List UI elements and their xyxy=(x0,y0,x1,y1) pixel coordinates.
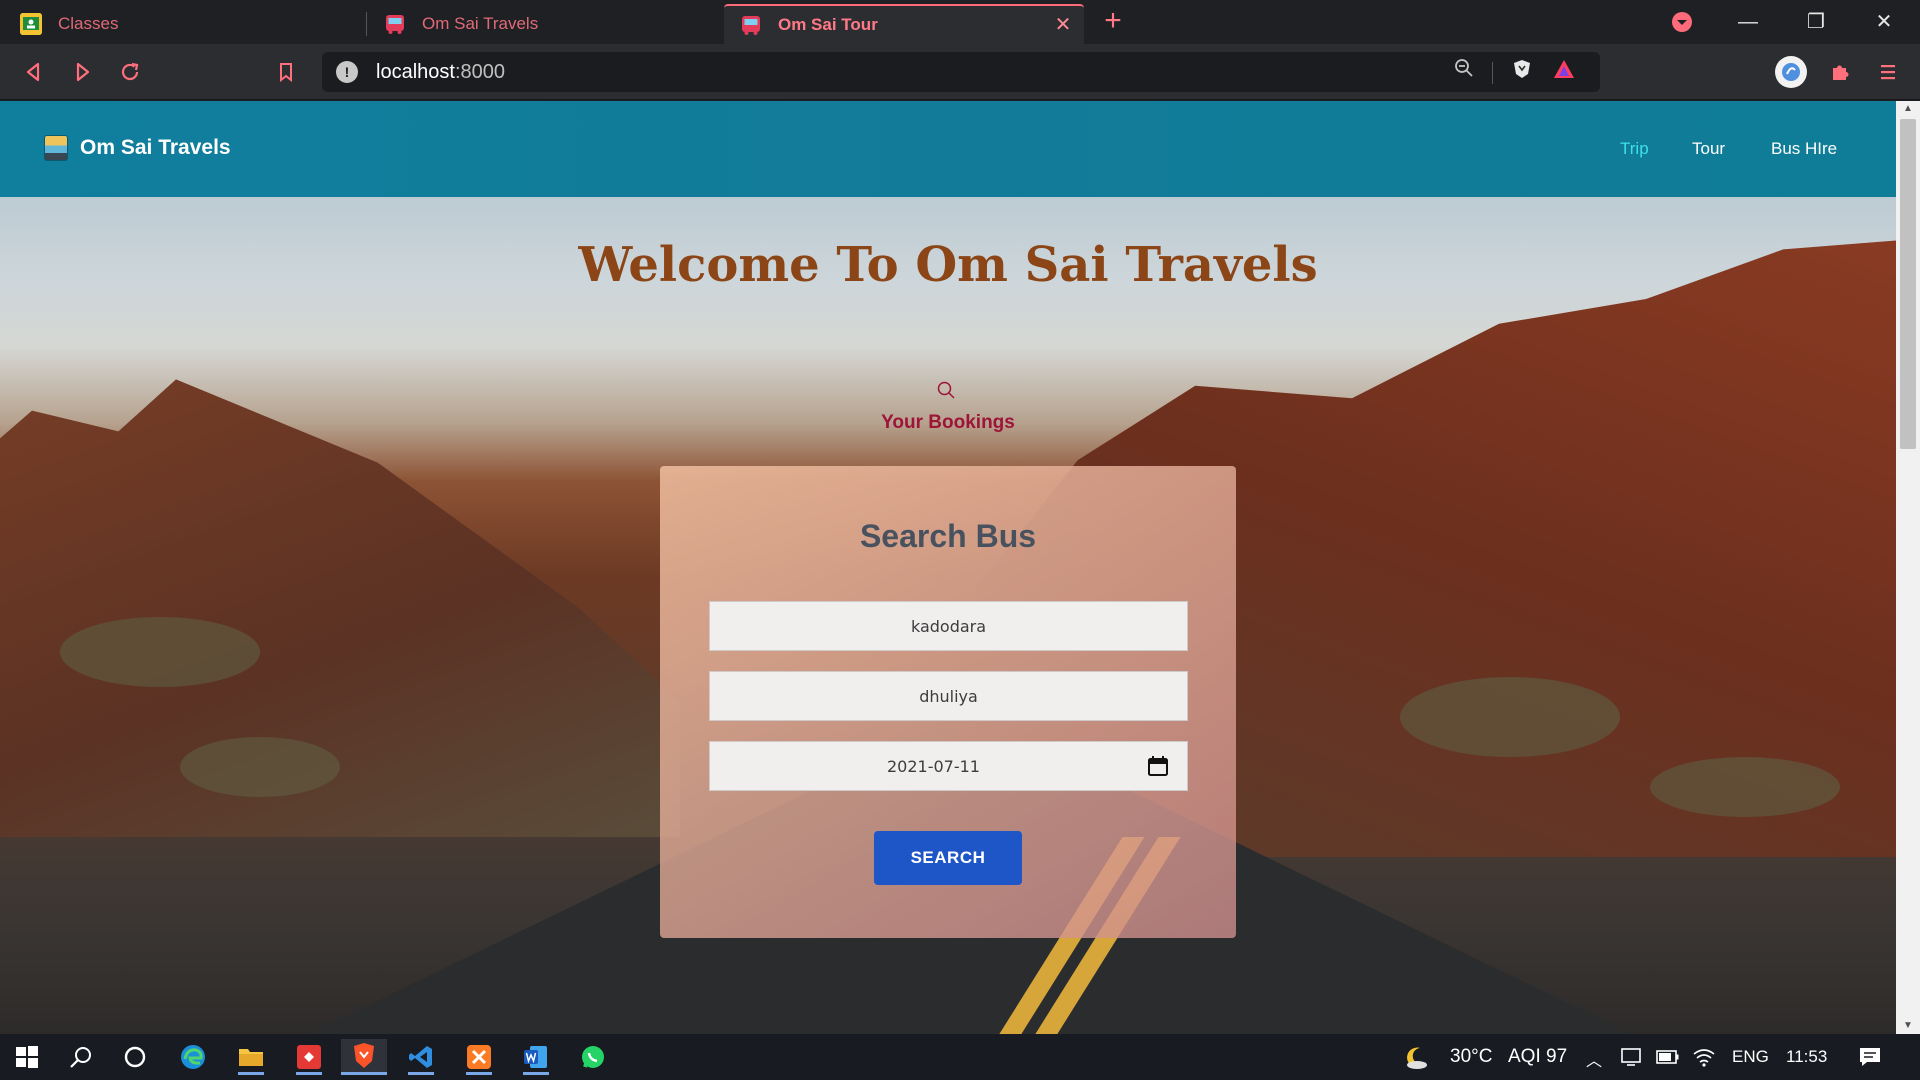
tab-divider xyxy=(366,12,367,36)
scroll-down-icon[interactable]: ▼ xyxy=(1896,1018,1920,1034)
browser-tab-strip: Classes Om Sai Travels Om Sai Tour ✕ + —… xyxy=(0,0,1920,44)
device-icon[interactable] xyxy=(1620,1046,1644,1068)
tab-om-sai-travels[interactable]: Om Sai Travels xyxy=(368,4,722,44)
brand-name: Om Sai Travels xyxy=(80,136,231,159)
windows-start-icon[interactable] xyxy=(4,1039,50,1075)
address-bar[interactable]: ! localhost:8000 xyxy=(322,52,1600,92)
running-indicator xyxy=(466,1072,492,1075)
extensions-icon[interactable] xyxy=(1826,58,1854,86)
cortana-icon[interactable] xyxy=(112,1039,158,1075)
background-shrub xyxy=(1400,677,1620,757)
file-explorer-icon[interactable] xyxy=(228,1039,274,1075)
input-language[interactable]: ENG xyxy=(1732,1047,1769,1067)
close-tab-icon[interactable]: ✕ xyxy=(1052,14,1074,36)
notifications-icon[interactable] xyxy=(1858,1045,1882,1069)
url-text: localhost:8000 xyxy=(376,61,505,84)
search-bus-card: Search Bus kadodara dhuliya 2021-07-11 S… xyxy=(660,466,1236,938)
tab-classes[interactable]: Classes xyxy=(4,4,364,44)
back-icon[interactable] xyxy=(20,58,48,86)
brand-logo xyxy=(44,135,68,161)
menu-icon[interactable] xyxy=(1874,58,1902,86)
travel-date-input[interactable]: 2021-07-11 xyxy=(709,741,1188,791)
brave-shield-icon[interactable] xyxy=(1508,58,1536,86)
running-indicator xyxy=(408,1072,434,1075)
bookmark-icon[interactable] xyxy=(272,58,300,86)
search-icon[interactable] xyxy=(936,380,956,400)
url-divider xyxy=(1492,62,1493,84)
hero-section: Welcome To Om Sai Travels Your Bookings … xyxy=(0,197,1896,1034)
tab-label: Om Sai Travels xyxy=(422,14,539,33)
tab-om-sai-tour[interactable]: Om Sai Tour ✕ xyxy=(724,4,1084,44)
nav-link-tour[interactable]: Tour xyxy=(1692,139,1725,159)
classroom-icon xyxy=(20,13,42,35)
site-navbar: Om Sai Travels Trip Tour Bus HIre xyxy=(0,101,1896,197)
word-icon[interactable] xyxy=(513,1039,559,1075)
from-city-input[interactable]: kadodara xyxy=(709,601,1188,651)
clock[interactable]: 11:53 xyxy=(1786,1047,1827,1067)
running-indicator xyxy=(238,1072,264,1075)
close-window-icon[interactable]: ✕ xyxy=(1866,6,1902,38)
profile-avatar[interactable] xyxy=(1774,55,1808,89)
vscode-icon[interactable] xyxy=(398,1039,444,1075)
weather-moon-icon[interactable] xyxy=(1400,1042,1430,1072)
your-bookings-link[interactable]: Your Bookings xyxy=(0,412,1896,434)
search-button[interactable]: SEARCH xyxy=(874,831,1022,885)
url-host: localhost xyxy=(376,60,455,83)
browser-toolbar: ! localhost:8000 xyxy=(0,44,1920,100)
scroll-thumb[interactable] xyxy=(1900,119,1916,449)
wifi-icon[interactable] xyxy=(1692,1046,1716,1068)
background-mountain-left xyxy=(0,379,680,837)
background-shrub xyxy=(60,617,260,687)
site-info-icon[interactable]: ! xyxy=(336,61,358,83)
battery-icon[interactable] xyxy=(1656,1048,1680,1066)
tab-label: Om Sai Tour xyxy=(778,15,878,34)
anydesk-icon[interactable] xyxy=(286,1039,332,1075)
calendar-icon[interactable] xyxy=(1147,755,1169,777)
nav-link-bus-hire[interactable]: Bus HIre xyxy=(1771,139,1837,159)
windows-taskbar: 30°C AQI 97 ︿ ENG 11:53 xyxy=(0,1034,1920,1080)
search-icon[interactable] xyxy=(58,1039,104,1075)
forward-icon[interactable] xyxy=(68,58,96,86)
edge-icon[interactable] xyxy=(170,1039,216,1075)
bus-icon xyxy=(740,14,762,36)
weather-temperature[interactable]: 30°C xyxy=(1450,1046,1492,1068)
travel-date-value: 2021-07-11 xyxy=(887,756,980,776)
brand[interactable]: Om Sai Travels xyxy=(44,135,231,161)
weather-aqi[interactable]: AQI 97 xyxy=(1508,1046,1567,1068)
running-indicator xyxy=(523,1072,549,1075)
reload-icon[interactable] xyxy=(116,58,144,86)
tab-search-icon[interactable] xyxy=(1664,6,1700,38)
page-scrollbar[interactable]: ▲ ▼ xyxy=(1896,101,1920,1034)
nav-link-trip[interactable]: Trip xyxy=(1620,139,1649,159)
to-city-input[interactable]: dhuliya xyxy=(709,671,1188,721)
background-shrub xyxy=(180,737,340,797)
background-shrub xyxy=(1650,757,1840,817)
xampp-icon[interactable] xyxy=(456,1039,502,1075)
bus-icon xyxy=(384,13,406,35)
url-port: :8000 xyxy=(454,60,505,83)
running-indicator xyxy=(296,1072,322,1075)
minimize-icon[interactable]: — xyxy=(1730,6,1766,38)
brave-browser-icon[interactable] xyxy=(341,1039,387,1075)
scroll-up-icon[interactable]: ▲ xyxy=(1896,101,1920,117)
new-tab-icon[interactable]: + xyxy=(1100,6,1126,36)
page-title: Welcome To Om Sai Travels xyxy=(578,237,1318,293)
card-title: Search Bus xyxy=(859,518,1037,554)
page-viewport: Om Sai Travels Trip Tour Bus HIre Welcom… xyxy=(0,101,1896,1034)
tab-label: Classes xyxy=(58,14,119,33)
restore-icon[interactable]: ❐ xyxy=(1798,6,1834,38)
zoom-out-icon[interactable] xyxy=(1450,58,1478,86)
show-hidden-icons[interactable]: ︿ xyxy=(1586,1047,1602,1071)
whatsapp-icon[interactable] xyxy=(570,1039,616,1075)
brave-rewards-icon[interactable] xyxy=(1550,58,1578,86)
